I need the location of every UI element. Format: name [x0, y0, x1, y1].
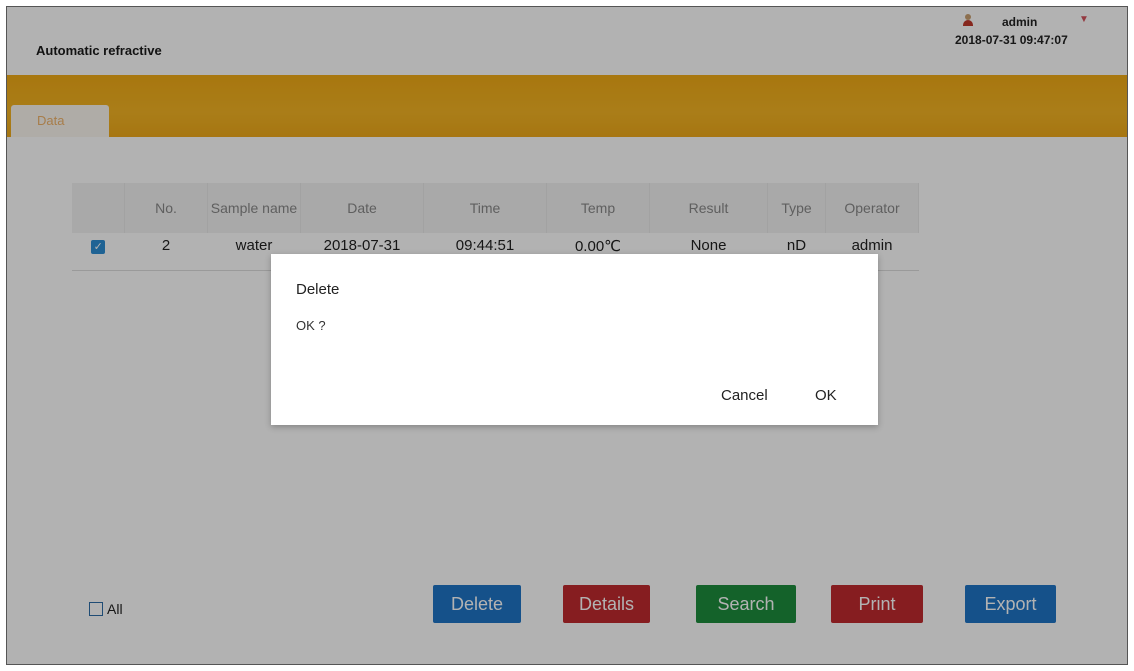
dialog-message: OK ? — [296, 318, 326, 333]
dialog-cancel-button[interactable]: Cancel — [721, 387, 768, 404]
delete-confirm-dialog: Delete OK ? Cancel OK — [271, 254, 878, 425]
dialog-title: Delete — [296, 281, 340, 298]
dialog-ok-button[interactable]: OK — [815, 387, 837, 404]
app-window: Automatic refractive admin ▼ 2018-07-31 … — [6, 6, 1128, 665]
